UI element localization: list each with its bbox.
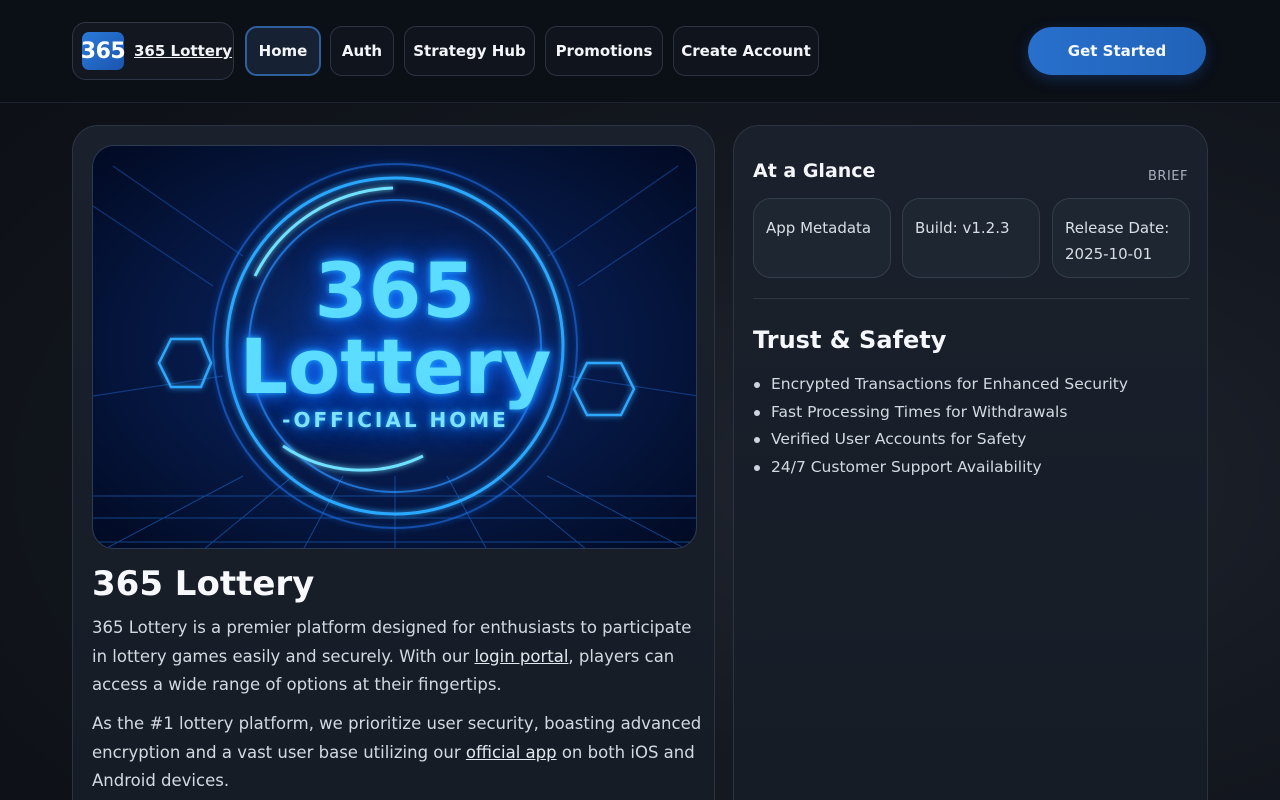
intro-paragraph-2: As the #1 lottery platform, we prioritiz… [92,710,702,796]
hero-banner-image: 365 Lottery -OFFICIAL HOME [92,145,697,549]
app-metadata-chip: App Metadata [753,198,891,278]
hero-subtitle: -OFFICIAL HOME [282,408,509,432]
nav-strategy-hub[interactable]: Strategy Hub [404,26,535,76]
glance-heading: At a Glance [753,160,876,182]
intro-paragraph-1: 365 Lottery is a premier platform design… [92,614,702,700]
list-item: 24/7 Customer Support Availability [753,454,1128,482]
page-title: 365 Lottery [92,564,315,604]
nav-promotions[interactable]: Promotions [545,26,663,76]
release-date-chip: Release Date: 2025-10-01 [1052,198,1190,278]
intro-card: 365 Lottery -OFFICIAL HOME 365 Lottery 3… [72,125,715,800]
top-navigation-bar: 365 365 Lottery Home Auth Strategy Hub P… [0,0,1280,103]
sidebar-card: At a Glance BRIEF App Metadata Build: v1… [733,125,1208,800]
build-version-chip: Build: v1.2.3 [902,198,1040,278]
brief-badge: BRIEF [1148,169,1188,184]
trust-safety-list: Encrypted Transactions for Enhanced Secu… [753,371,1128,481]
brand-logo-icon: 365 [81,32,126,70]
hero-title-line2: Lottery [239,322,552,411]
official-app-link[interactable]: official app [466,743,557,762]
trust-safety-heading: Trust & Safety [753,326,947,354]
list-item: Encrypted Transactions for Enhanced Secu… [753,371,1128,399]
divider [753,298,1190,299]
list-item: Fast Processing Times for Withdrawals [753,399,1128,427]
nav-create-account[interactable]: Create Account [673,26,819,76]
brand-name[interactable]: 365 Lottery [134,42,232,60]
get-started-button[interactable]: Get Started [1028,27,1206,75]
nav-home[interactable]: Home [245,26,321,76]
list-item: Verified User Accounts for Safety [753,426,1128,454]
brand-home-link[interactable]: 365 365 Lottery [72,22,234,80]
login-portal-link[interactable]: login portal [474,647,568,666]
nav-auth[interactable]: Auth [330,26,394,76]
